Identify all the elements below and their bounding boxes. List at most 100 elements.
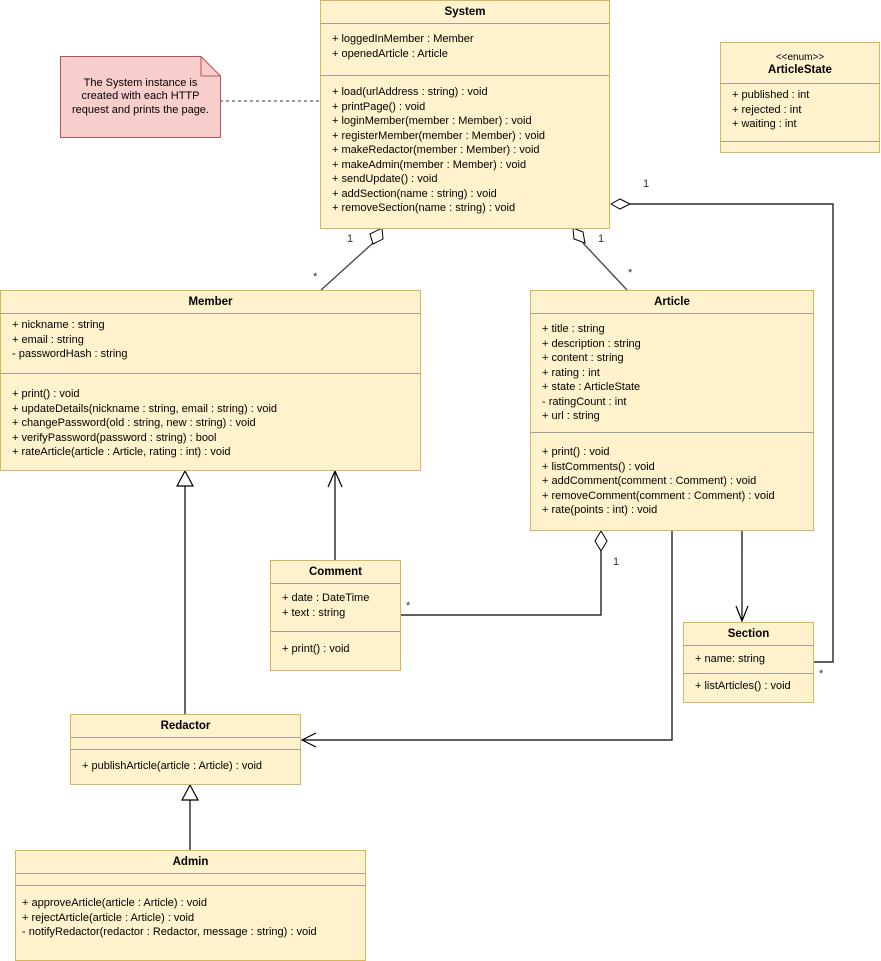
multiplicity-label: 1 [613,556,620,568]
class-method: + publishArticle(article : Article) : vo… [82,760,263,772]
class-method: + rate(points : int) : void [542,504,658,516]
class-attribute: + content : string [542,352,624,364]
class-header: <<enum>> ArticleState [721,43,879,84]
class-section[interactable]: Section + name: string + listArticles() … [683,622,814,703]
open-arrow-icon [300,732,317,748]
system-note[interactable]: The System instance is created with each… [60,56,221,138]
attributes-section [16,874,365,886]
class-method: + loginMember(member : Member) : void [332,115,532,127]
open-arrow-icon [735,605,749,623]
aggregation-diamond-icon [594,530,608,552]
class-method: + rateArticle(article : Article, rating … [12,446,231,458]
class-method: + removeComment(comment : Comment) : voi… [542,489,775,502]
class-attribute: + title : string [542,323,605,335]
class-method: + print() : void [282,643,350,655]
multiplicity-label: * [628,267,633,279]
class-attribute: + url : string [542,410,600,422]
class-method: + updateDetails(nickname : string, email… [12,402,278,415]
class-attribute: + openedArticle : Article [332,47,448,60]
edge-article-section [735,531,749,623]
edge-article-comment [400,530,608,616]
class-attribute: + text : string [282,606,346,619]
methods-section: + load(urlAddress : string) : void + prin… [321,76,609,216]
multiplicity-label: * [313,271,318,283]
class-attribute: + published : int [732,89,810,101]
class-method: + load(urlAddress : string) : void [332,86,488,98]
methods-section: + approveArticle(article : Article) : vo… [16,886,365,940]
multiplicity-label: * [819,668,824,680]
methods-section [721,142,879,146]
class-attribute: + rating : int [542,366,600,379]
class-admin[interactable]: Admin + approveArticle(article : Article… [15,850,366,961]
attributes-section: + published : int + rejected : int + waiti… [721,84,879,142]
class-method: - notifyRedactor(redactor : Redactor, me… [22,926,317,938]
class-comment[interactable]: Comment + date : DateTime + text : string… [270,560,401,671]
class-method: + changePassword(old : string, new : str… [12,417,256,429]
edge-admin-redactor [181,783,199,850]
class-method: + listArticles() : void [695,680,791,692]
methods-section: + listArticles() : void [684,674,813,694]
class-method: + addSection(name : string) : void [332,187,497,200]
class-method: + sendUpdate() : void [332,173,438,185]
class-attribute: + date : DateTime [282,592,370,604]
class-name: Redactor [71,715,300,738]
class-attribute: + loggedInMember : Member [332,33,474,45]
multiplicity-label: * [406,600,411,612]
generalization-triangle-icon [176,469,194,487]
class-name: System [321,1,609,24]
multiplicity-label: 1 [347,233,354,245]
class-method: + verifyPassword(password : string) : bo… [12,431,217,444]
generalization-triangle-icon [181,783,199,801]
class-attribute: + email : string [12,333,84,346]
class-article[interactable]: Article + title : string + description : … [530,290,814,531]
methods-section: + print() : void + listComments() : void +… [531,433,813,518]
methods-section: + publishArticle(article : Article) : vo… [71,750,300,774]
class-method: + print() : void [542,446,610,458]
aggregation-diamond-icon [369,227,384,245]
class-system[interactable]: System + loggedInMember : Member + opened… [320,0,610,229]
attributes-section: + loggedInMember : Member + openedArticle… [321,24,609,76]
methods-section: + print() : void [271,632,400,657]
class-method: + removeSection(name : string) : void [332,202,516,214]
class-article-state[interactable]: <<enum>> ArticleState + published : int +… [720,42,880,153]
class-attribute: + state : ArticleState [542,381,641,393]
class-attribute: + nickname : string [12,319,105,331]
class-member[interactable]: Member + nickname : string + email : stri… [0,290,421,471]
class-method: + printPage() : void [332,100,426,113]
class-attribute: - passwordHash : string [12,348,128,360]
class-method: + approveArticle(article : Article) : vo… [22,897,207,909]
class-method: + listComments() : void [542,460,655,473]
class-method: + print() : void [12,388,80,400]
class-attribute: + name: string [695,653,766,665]
multiplicity-label: 1 [598,233,605,245]
aggregation-diamond-icon [609,198,632,210]
class-name: Member [1,291,420,314]
attributes-section [71,738,300,750]
attributes-section: + name: string [684,646,813,674]
attributes-section: + date : DateTime + text : string [271,584,400,632]
open-arrow-icon [327,469,343,488]
note-text: The System instance is created with each… [72,76,209,116]
methods-section: + print() : void + updateDetails(nickname… [1,374,420,460]
class-attribute: - ratingCount : int [542,395,627,408]
class-method: + rejectArticle(article : Article) : voi… [22,911,195,924]
class-attribute: + description : string [542,337,641,350]
attributes-section: + nickname : string + email : string - pas… [1,314,420,374]
edge-comment-member [327,469,343,560]
class-attribute: + rejected : int [732,103,802,116]
class-redactor[interactable]: Redactor + publishArticle(article : Arti… [70,714,301,785]
class-name: Comment [271,561,400,584]
class-name: Admin [16,851,365,874]
class-method: + makeAdmin(member : Member) : void [332,158,527,171]
class-method: + addComment(comment : Comment) : void [542,475,757,487]
class-name: ArticleState [768,63,832,76]
stereotype: <<enum>> [775,51,825,63]
class-method: + makeRedactor(member : Member) : void [332,144,540,156]
aggregation-diamond-icon [572,227,586,244]
edge-redactor-member [176,469,194,714]
attributes-section: + title : string + description : string + … [531,314,813,433]
class-name: Section [684,623,813,646]
class-name: Article [531,291,813,314]
class-attribute: + waiting : int [732,118,797,130]
multiplicity-label: 1 [643,178,650,190]
